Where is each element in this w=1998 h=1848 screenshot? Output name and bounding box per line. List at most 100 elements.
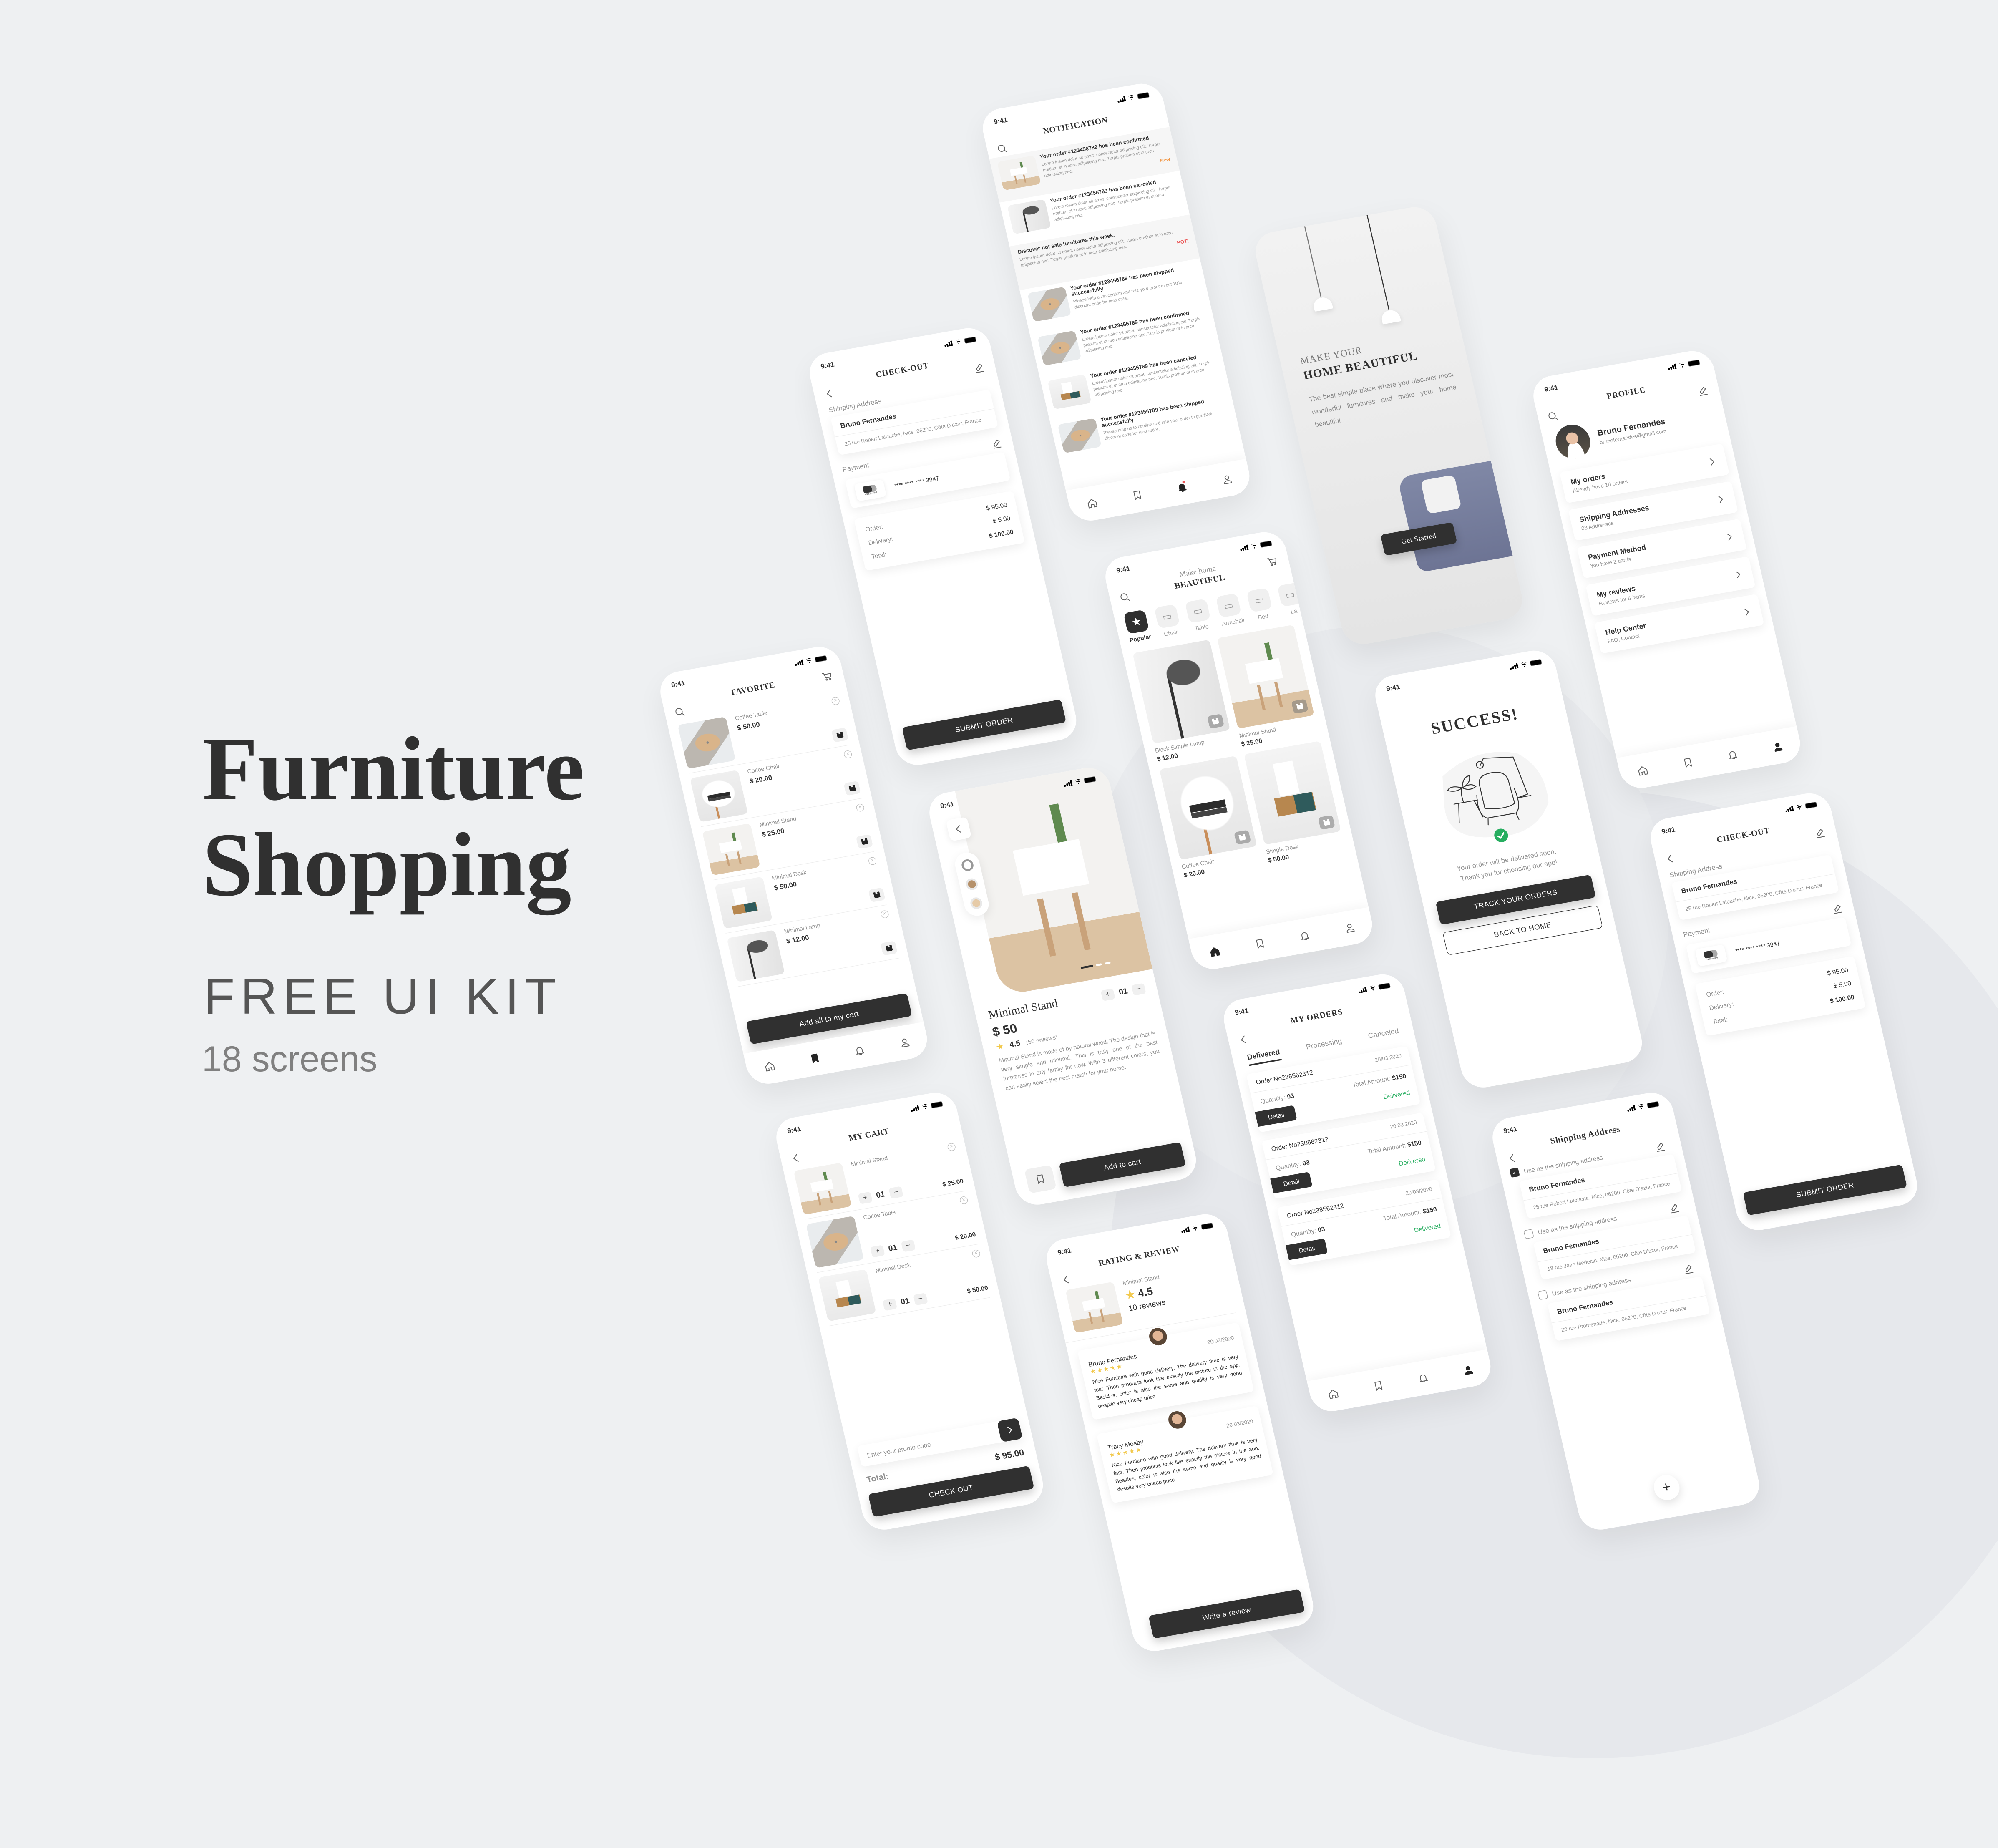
order-status: Delivered bbox=[1413, 1222, 1442, 1234]
add-to-cart-bag-icon[interactable] bbox=[1233, 830, 1251, 845]
bookmark-button[interactable] bbox=[1024, 1165, 1057, 1193]
decrease-quantity-button[interactable]: − bbox=[888, 1186, 903, 1199]
back-icon[interactable] bbox=[1506, 1152, 1519, 1165]
color-swatch[interactable] bbox=[965, 877, 979, 891]
search-icon[interactable] bbox=[1547, 410, 1560, 423]
bell-icon[interactable] bbox=[1417, 1372, 1430, 1384]
color-swatch[interactable] bbox=[969, 896, 984, 910]
user-icon[interactable] bbox=[1344, 921, 1356, 934]
edit-profile-icon[interactable] bbox=[1696, 385, 1709, 397]
detail-button[interactable]: Detail bbox=[1285, 1238, 1328, 1260]
review-count-link[interactable]: (50 reviews) bbox=[1025, 1033, 1058, 1045]
add-to-cart-button[interactable]: Add to cart bbox=[1059, 1142, 1186, 1188]
home-icon[interactable] bbox=[1208, 946, 1221, 958]
add-to-cart-bag-icon[interactable] bbox=[868, 887, 886, 903]
apply-promo-button[interactable] bbox=[996, 1417, 1023, 1443]
decrease-quantity-button[interactable]: − bbox=[913, 1293, 928, 1306]
bell-icon[interactable] bbox=[853, 1044, 866, 1057]
bookmark-icon[interactable] bbox=[1131, 489, 1144, 502]
add-to-cart-bag-icon[interactable] bbox=[856, 834, 873, 849]
use-address-checkbox[interactable] bbox=[1523, 1229, 1534, 1239]
back-icon[interactable] bbox=[1664, 853, 1677, 865]
category-tab[interactable]: ▭ Table bbox=[1185, 598, 1213, 633]
color-swatch[interactable] bbox=[960, 858, 975, 872]
submit-order-button[interactable]: SUBMIT ORDER bbox=[902, 699, 1067, 750]
chevron-right-icon bbox=[1714, 493, 1727, 505]
home-icon[interactable] bbox=[1636, 765, 1649, 777]
screens-count: 18 screens bbox=[202, 1039, 377, 1079]
add-to-cart-bag-icon[interactable] bbox=[1207, 714, 1224, 729]
add-to-cart-bag-icon[interactable] bbox=[843, 780, 861, 796]
search-icon[interactable] bbox=[674, 706, 687, 719]
bookmark-icon[interactable] bbox=[1253, 938, 1266, 950]
category-icon: ▭ bbox=[1154, 604, 1180, 629]
increase-quantity-button[interactable]: + bbox=[882, 1298, 898, 1311]
user-icon[interactable] bbox=[898, 1036, 911, 1049]
increase-quantity-button[interactable]: + bbox=[870, 1245, 885, 1258]
search-icon[interactable] bbox=[1119, 592, 1132, 604]
bell-icon[interactable] bbox=[1176, 480, 1189, 493]
increase-quantity-button[interactable]: + bbox=[858, 1191, 873, 1204]
bookmark-icon[interactable] bbox=[1372, 1380, 1385, 1392]
bell-icon[interactable] bbox=[1298, 929, 1311, 942]
user-icon[interactable] bbox=[1462, 1364, 1475, 1376]
category-tab[interactable]: ▭ La bbox=[1277, 582, 1302, 617]
back-icon[interactable] bbox=[823, 388, 836, 400]
edit-icon[interactable] bbox=[973, 362, 986, 374]
remove-icon[interactable]: × bbox=[959, 1196, 969, 1205]
remove-icon[interactable]: × bbox=[946, 1142, 956, 1152]
remove-icon[interactable]: × bbox=[855, 803, 865, 812]
user-icon[interactable] bbox=[1772, 740, 1784, 753]
use-address-checkbox[interactable] bbox=[1538, 1290, 1548, 1300]
category-tab[interactable]: ▭ Armchair bbox=[1215, 593, 1246, 627]
edit-address-icon[interactable] bbox=[1654, 1141, 1667, 1153]
increase-quantity-button[interactable]: + bbox=[1100, 988, 1116, 1001]
cart-icon[interactable] bbox=[821, 670, 834, 682]
category-tab[interactable]: ▭ Bed bbox=[1246, 587, 1275, 622]
edit-payment-icon[interactable] bbox=[1831, 902, 1844, 915]
edit-icon[interactable] bbox=[1814, 827, 1827, 839]
bookmark-icon[interactable] bbox=[1681, 757, 1694, 769]
add-to-cart-bag-icon[interactable] bbox=[880, 941, 898, 956]
remove-icon[interactable]: × bbox=[868, 856, 877, 866]
status-time: 9:41 bbox=[939, 800, 955, 810]
use-address-checkbox[interactable] bbox=[1509, 1167, 1520, 1178]
add-to-cart-bag-icon[interactable] bbox=[1318, 815, 1336, 830]
detail-button[interactable]: Detail bbox=[1270, 1171, 1313, 1193]
remove-icon[interactable]: × bbox=[830, 696, 840, 706]
tab-canceled[interactable]: Canceled bbox=[1367, 1027, 1401, 1045]
chevron-right-icon bbox=[1003, 1424, 1016, 1436]
decrease-quantity-button[interactable]: − bbox=[1131, 982, 1146, 996]
edit-address-icon[interactable] bbox=[1682, 1263, 1695, 1276]
decrease-quantity-button[interactable]: − bbox=[901, 1239, 916, 1252]
search-icon[interactable] bbox=[996, 143, 1009, 156]
submit-order-button[interactable]: SUBMIT ORDER bbox=[1743, 1164, 1907, 1216]
edit-address-icon[interactable] bbox=[1668, 1202, 1681, 1214]
add-to-cart-bag-icon[interactable] bbox=[1291, 699, 1309, 714]
home-icon[interactable] bbox=[1086, 497, 1099, 510]
back-icon[interactable] bbox=[790, 1152, 803, 1165]
signal-icon bbox=[1784, 806, 1794, 812]
remove-icon[interactable]: × bbox=[880, 909, 890, 919]
category-tab[interactable]: ▭ Chair bbox=[1154, 604, 1183, 638]
product-card[interactable]: Minimal Stand $ 25.00 bbox=[1217, 624, 1319, 748]
bell-icon[interactable] bbox=[1726, 748, 1739, 761]
edit-payment-icon[interactable] bbox=[990, 437, 1003, 450]
user-icon[interactable] bbox=[1221, 473, 1234, 486]
remove-icon[interactable]: × bbox=[843, 750, 853, 759]
tab-delivered[interactable]: Delivered bbox=[1246, 1047, 1282, 1066]
add-address-button[interactable]: + bbox=[1651, 1473, 1682, 1502]
back-icon[interactable] bbox=[1237, 1034, 1250, 1046]
detail-button[interactable]: Detail bbox=[1255, 1105, 1298, 1127]
product-card[interactable]: Coffee Chair $ 20.00 bbox=[1159, 755, 1261, 879]
product-card[interactable]: Simple Desk $ 50.00 bbox=[1243, 740, 1345, 864]
back-icon[interactable] bbox=[1060, 1274, 1073, 1286]
category-tab[interactable]: ★ Popular bbox=[1123, 609, 1152, 644]
home-icon[interactable] bbox=[1327, 1388, 1340, 1400]
home-icon[interactable] bbox=[763, 1060, 776, 1073]
add-to-cart-bag-icon[interactable] bbox=[831, 727, 849, 743]
product-card[interactable]: Black Simple Lamp $ 12.00 bbox=[1132, 639, 1234, 763]
remove-icon[interactable]: × bbox=[971, 1249, 981, 1258]
bookmark-icon[interactable] bbox=[808, 1052, 821, 1065]
cart-icon[interactable] bbox=[1266, 555, 1279, 568]
